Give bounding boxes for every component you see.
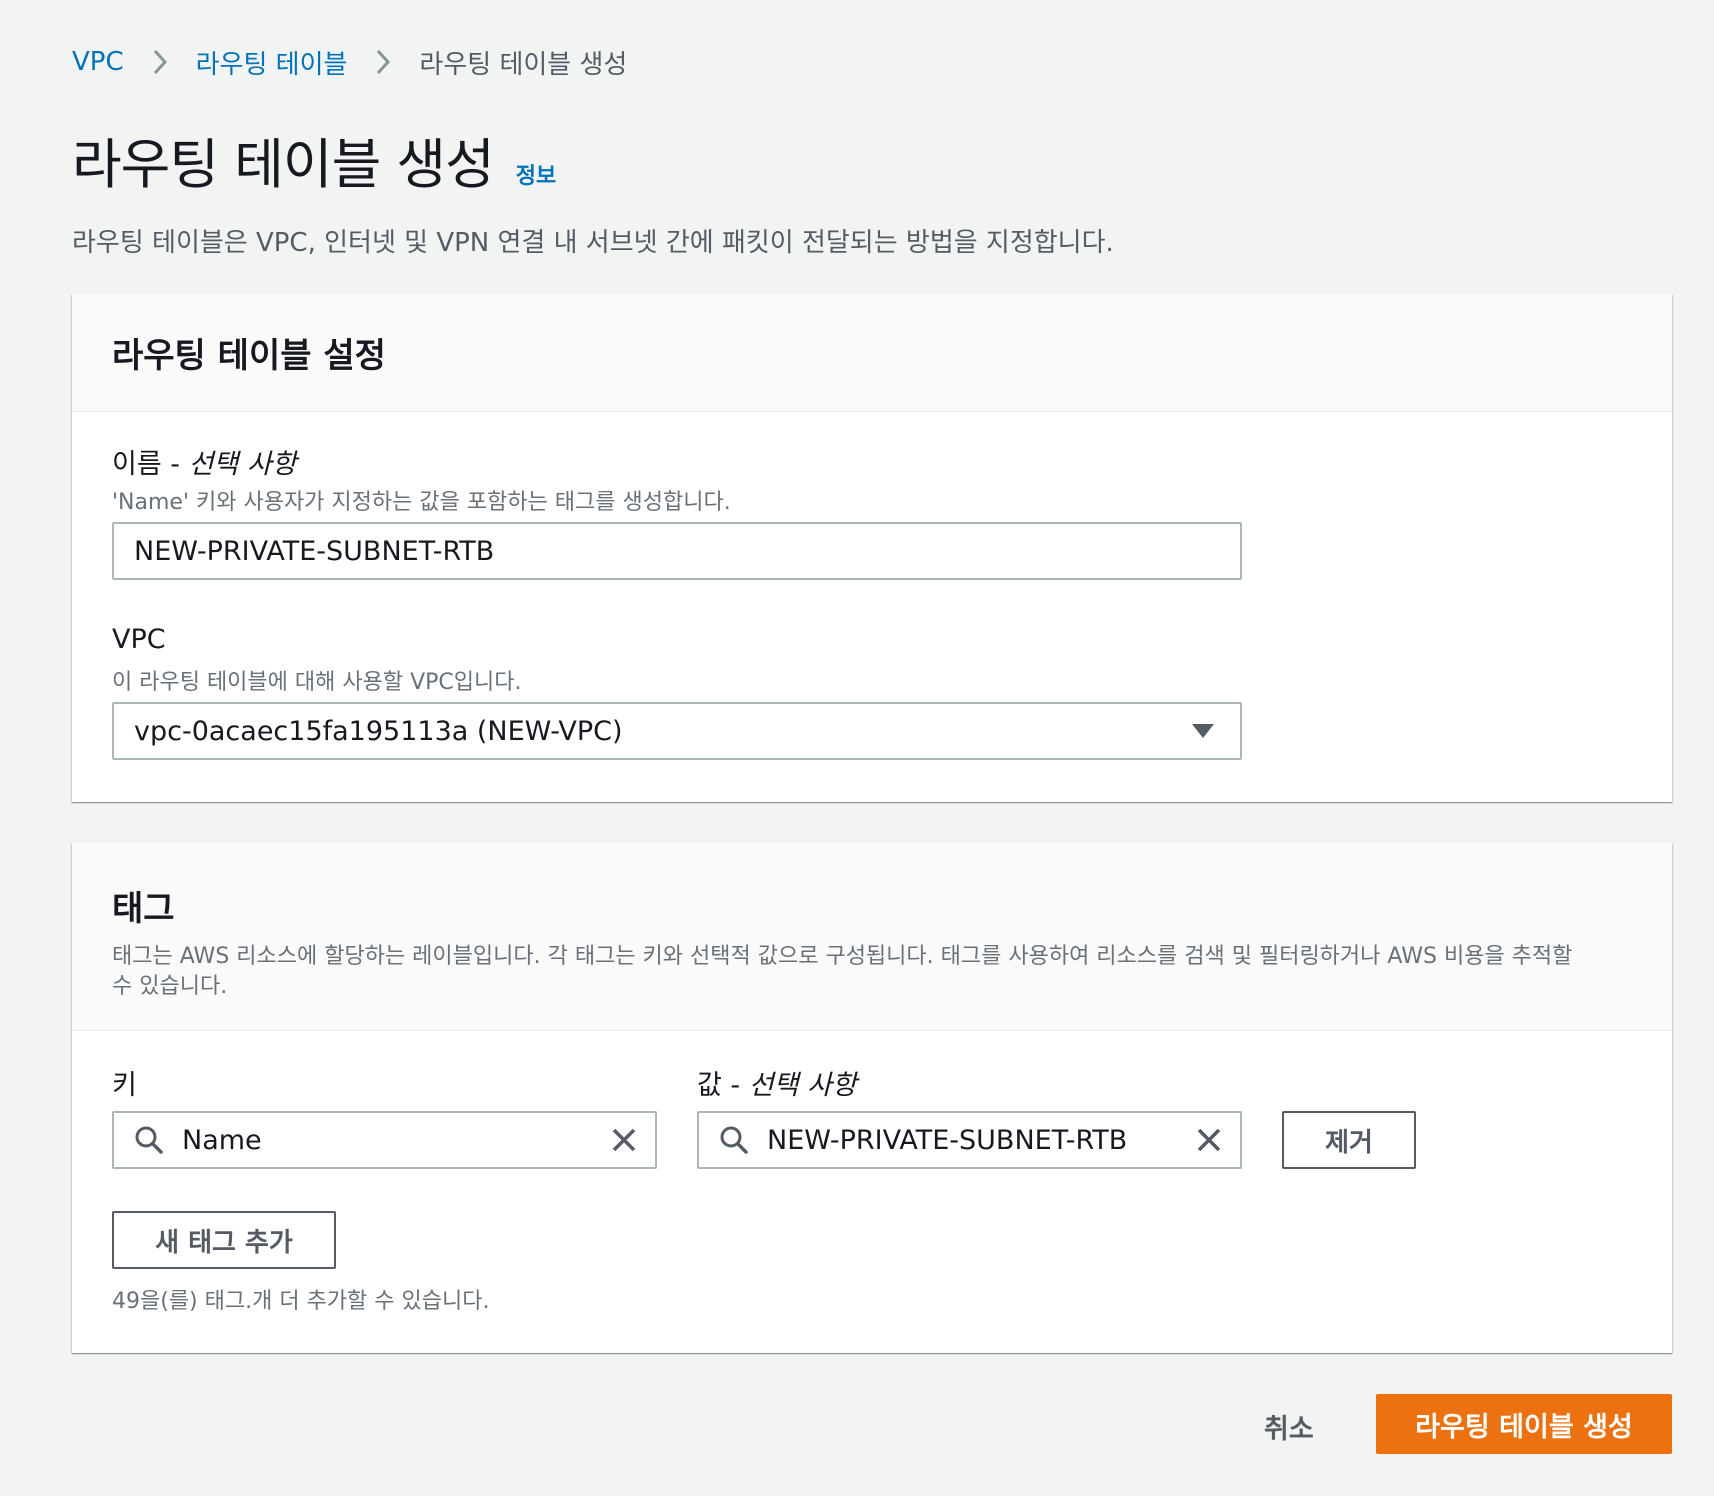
panel-header: 태그 태그는 AWS 리소스에 할당하는 레이블입니다. 각 태그는 키와 선택…	[72, 843, 1672, 1031]
optional-label: 선택 사항	[188, 449, 297, 480]
vpc-field-label: VPC	[112, 624, 166, 655]
breadcrumb-vpc[interactable]: VPC	[72, 47, 124, 77]
vpc-select-value: vpc-0acaec15fa195113a (NEW-VPC)	[134, 715, 623, 747]
tag-value-label: 값 - 선택 사항	[697, 1063, 857, 1102]
close-icon[interactable]	[611, 1127, 637, 1153]
panel-title: 라우팅 테이블 설정	[112, 336, 386, 376]
breadcrumb-current: 라우팅 테이블 생성	[419, 49, 628, 80]
name-label-text: 이름 -	[112, 449, 189, 480]
route-table-settings-panel: 라우팅 테이블 설정 이름 - 선택 사항 'Name' 키와 사용자가 지정하…	[72, 294, 1672, 802]
panel-title: 태그	[112, 889, 175, 929]
optional-label: 선택 사항	[748, 1070, 857, 1101]
close-icon[interactable]	[1196, 1127, 1222, 1153]
tag-value-input[interactable]: NEW-PRIVATE-SUBNET-RTB	[697, 1111, 1242, 1169]
add-tag-button[interactable]: 새 태그 추가	[112, 1211, 336, 1269]
page-header: 라우팅 테이블 생성 정보	[72, 120, 556, 199]
info-link[interactable]: 정보	[516, 158, 556, 190]
caret-down-icon	[1192, 724, 1214, 738]
tag-limit-text: 49을(를) 태그.개 더 추가할 수 있습니다.	[112, 1289, 490, 1314]
chevron-right-icon	[375, 48, 391, 76]
remove-tag-button[interactable]: 제거	[1282, 1111, 1416, 1169]
search-icon	[134, 1125, 164, 1155]
value-label-text: 값 -	[697, 1070, 749, 1101]
vpc-field-description: 이 라우팅 테이블에 대해 사용할 VPC입니다.	[112, 670, 522, 695]
name-field-label: 이름 - 선택 사항	[112, 442, 297, 481]
page-title: 라우팅 테이블 생성	[72, 133, 495, 196]
chevron-right-icon	[152, 48, 168, 76]
tag-key-label: 키	[112, 1070, 137, 1101]
tag-value-value: NEW-PRIVATE-SUBNET-RTB	[767, 1124, 1128, 1156]
breadcrumb: VPC 라우팅 테이블 라우팅 테이블 생성	[72, 40, 627, 84]
name-input[interactable]: NEW-PRIVATE-SUBNET-RTB	[112, 522, 1242, 580]
tags-panel: 태그 태그는 AWS 리소스에 할당하는 레이블입니다. 각 태그는 키와 선택…	[72, 843, 1672, 1353]
page-description: 라우팅 테이블은 VPC, 인터넷 및 VPN 연결 내 서브넷 간에 패킷이 …	[72, 228, 1114, 258]
vpc-select[interactable]: vpc-0acaec15fa195113a (NEW-VPC)	[112, 702, 1242, 760]
tags-description: 태그는 AWS 리소스에 할당하는 레이블입니다. 각 태그는 키와 선택적 값…	[112, 944, 1573, 999]
breadcrumb-route-tables[interactable]: 라우팅 테이블	[196, 44, 348, 81]
tag-key-input[interactable]: Name	[112, 1111, 657, 1169]
tag-key-value: Name	[182, 1124, 262, 1156]
panel-header: 라우팅 테이블 설정	[72, 294, 1672, 412]
search-icon	[719, 1125, 749, 1155]
create-route-table-button[interactable]: 라우팅 테이블 생성	[1376, 1394, 1672, 1454]
name-field-description: 'Name' 키와 사용자가 지정하는 값을 포함하는 태그를 생성합니다.	[112, 490, 731, 515]
name-input-value: NEW-PRIVATE-SUBNET-RTB	[134, 535, 495, 567]
cancel-button[interactable]: 취소	[1264, 1398, 1314, 1454]
